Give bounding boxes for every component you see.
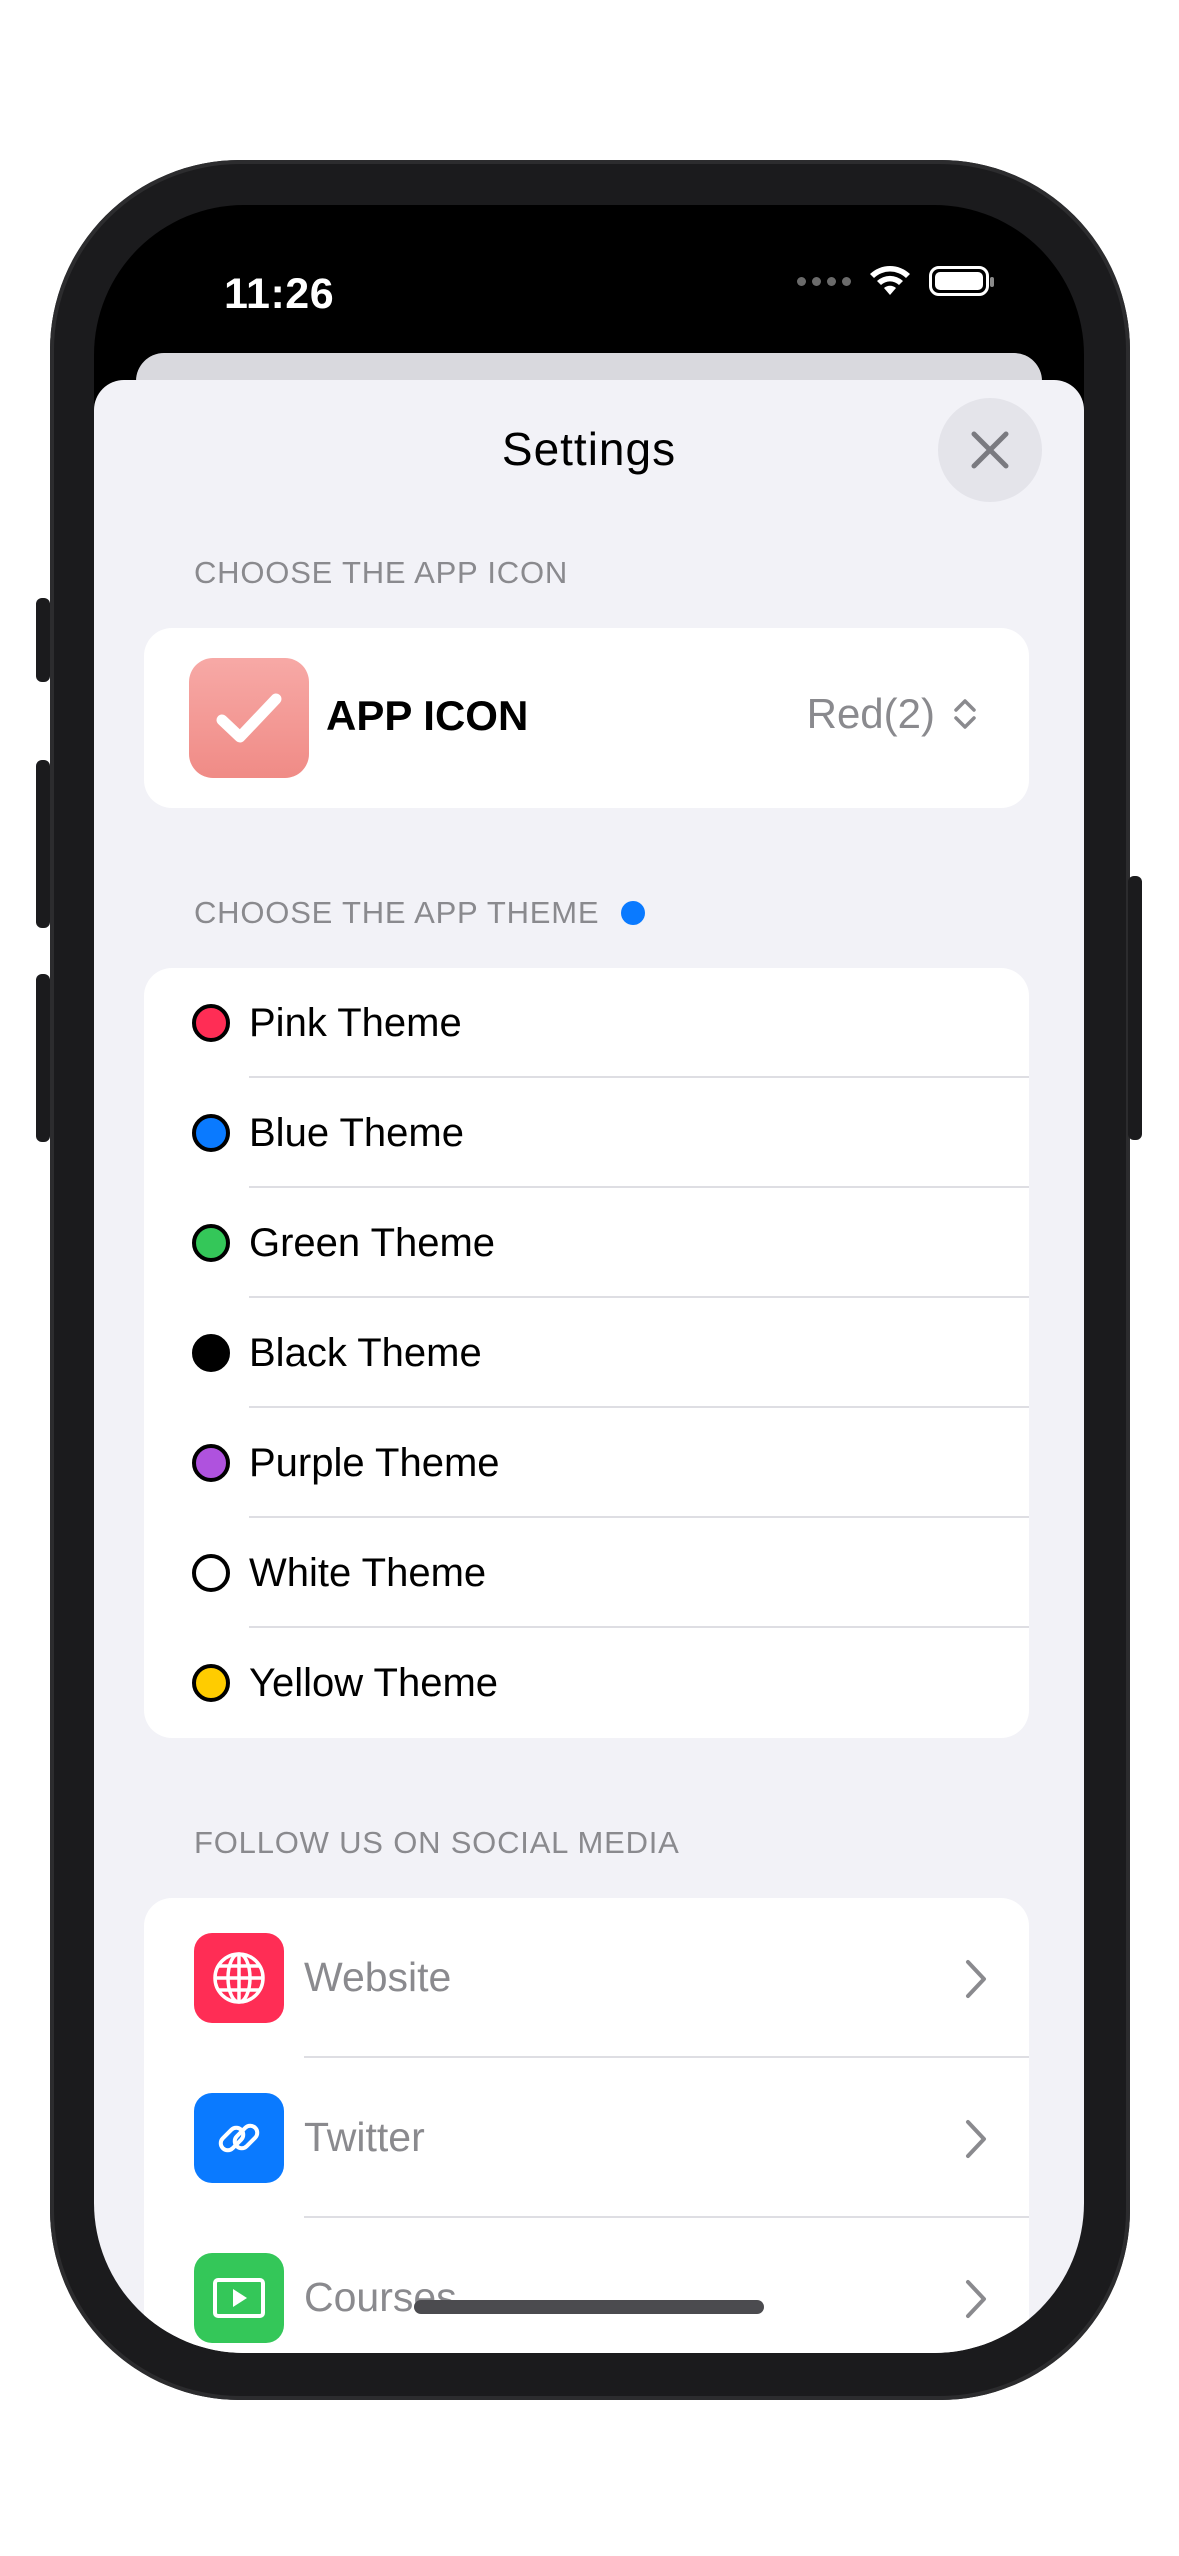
app-icon-preview — [189, 658, 309, 778]
chevron-right-icon — [966, 1960, 986, 1998]
theme-label: Blue Theme — [249, 1110, 464, 1155]
theme-section-title: CHOOSE THE APP THEME — [194, 895, 600, 930]
home-indicator[interactable] — [414, 2300, 764, 2314]
theme-row-yellow[interactable]: Yellow Theme — [144, 1628, 1029, 1738]
yellow-color-swatch — [192, 1664, 230, 1702]
theme-row-pink[interactable]: Pink Theme — [144, 968, 1029, 1078]
green-color-swatch — [192, 1224, 230, 1262]
theme-row-purple[interactable]: Purple Theme — [144, 1408, 1029, 1518]
link-icon — [218, 2123, 260, 2153]
checkmark-icon — [216, 693, 282, 743]
app-icon-value: Red(2) — [806, 690, 935, 737]
close-button[interactable] — [938, 398, 1042, 502]
chevron-right-icon — [966, 2120, 986, 2158]
side-button-volume-down — [36, 974, 50, 1142]
side-button-power — [1128, 876, 1142, 1140]
blue-color-swatch — [192, 1114, 230, 1152]
social-row-courses[interactable]: Courses — [144, 2218, 1029, 2353]
theme-row-blue[interactable]: Blue Theme — [144, 1078, 1029, 1188]
settings-sheet: Settings CHOOSE THE APP ICON APP ICON Re… — [94, 380, 1084, 2353]
side-button-mute — [36, 598, 50, 682]
chevron-right-icon — [966, 2280, 986, 2318]
white-color-swatch — [192, 1554, 230, 1592]
social-label: Website — [304, 1954, 452, 2000]
theme-row-green[interactable]: Green Theme — [144, 1188, 1029, 1298]
app-icon-label: APP ICON — [326, 692, 529, 739]
theme-label: Purple Theme — [249, 1440, 500, 1485]
social-row-website[interactable]: Website — [144, 1898, 1029, 2058]
sheet-title: Settings — [501, 423, 677, 475]
app-icon-picker[interactable]: Red(2) — [807, 690, 979, 738]
purple-color-swatch — [192, 1444, 230, 1482]
side-button-volume-up — [36, 760, 50, 928]
black-color-swatch — [192, 1334, 230, 1372]
app-icon-section-header: CHOOSE THE APP ICON — [194, 555, 569, 590]
theme-label: Pink Theme — [249, 1000, 462, 1045]
app-icon-row[interactable]: APP ICON Red(2) — [144, 628, 1029, 808]
theme-label: Green Theme — [249, 1220, 496, 1265]
wifi-icon — [870, 266, 910, 295]
theme-row-white[interactable]: White Theme — [144, 1518, 1029, 1628]
theme-label: White Theme — [249, 1550, 487, 1595]
website-icon-tile — [194, 1933, 284, 2023]
status-time: 11:26 — [224, 270, 335, 318]
courses-icon-tile — [194, 2253, 284, 2343]
pink-color-swatch — [192, 1004, 230, 1042]
theme-list: Pink Theme Blue Theme Green Theme Black … — [144, 968, 1029, 1738]
battery-icon — [929, 266, 994, 296]
close-icon — [971, 431, 1009, 469]
globe-icon — [213, 1952, 265, 2004]
cellular-icon — [797, 276, 851, 286]
theme-section-header: CHOOSE THE APP THEME — [194, 895, 646, 931]
theme-label: Black Theme — [249, 1330, 482, 1375]
social-row-twitter[interactable]: Twitter — [144, 2058, 1029, 2218]
theme-row-black[interactable]: Black Theme — [144, 1298, 1029, 1408]
screen: 11:26 Settings CHOOSE THE APP ICON APP I… — [94, 205, 1084, 2353]
theme-label: Yellow Theme — [249, 1660, 499, 1705]
social-list: Website Twitter Courses — [144, 1898, 1029, 2353]
chevron-up-down-icon — [954, 699, 976, 729]
theme-indicator-dot — [621, 901, 646, 925]
social-section-header: FOLLOW US ON SOCIAL MEDIA — [194, 1825, 680, 1860]
twitter-icon-tile — [194, 2093, 284, 2183]
status-icons — [797, 265, 994, 297]
social-label: Twitter — [304, 2114, 425, 2160]
play-icon — [213, 2278, 265, 2318]
